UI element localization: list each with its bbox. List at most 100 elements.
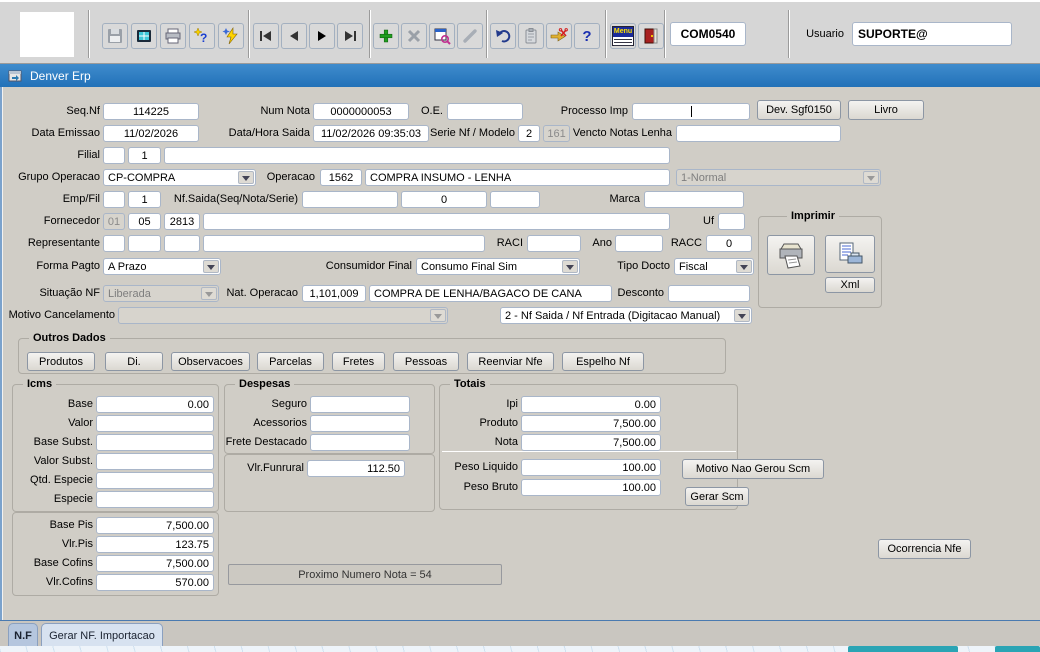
racc-field[interactable]: 0 (706, 235, 752, 252)
operacao-descr-field[interactable]: COMPRA INSUMO - LENHA (365, 169, 670, 186)
filial-name-field[interactable] (164, 147, 670, 164)
filial-num-field[interactable]: 1 (128, 147, 161, 164)
vlr-pis-field[interactable]: 123.75 (96, 536, 214, 553)
query-button[interactable] (429, 23, 455, 49)
oe-field[interactable] (447, 103, 523, 120)
uf-label: Uf (694, 215, 714, 228)
representante-f2-field[interactable] (128, 235, 161, 252)
execute-button[interactable] (218, 23, 244, 49)
tab-nf[interactable]: N.F (8, 623, 38, 647)
serie-field[interactable]: 2 (518, 125, 540, 142)
base-pis-field[interactable]: 7,500.00 (96, 517, 214, 534)
clear-button[interactable] (457, 23, 483, 49)
nat-operacao-descr-field[interactable]: COMPRA DE LENHA/BAGACO DE CANA (369, 285, 612, 302)
icms-valor-subst-field[interactable] (96, 453, 214, 470)
di-button[interactable]: Di. (105, 352, 163, 371)
tab-gerar-nf-importacao[interactable]: Gerar NF. Importacao (41, 623, 163, 647)
seguro-field[interactable] (310, 396, 410, 413)
operacao-code-field[interactable]: 1562 (320, 169, 362, 186)
paste-button[interactable] (518, 23, 544, 49)
ocorrencia-nfe-button[interactable]: Ocorrencia Nfe (878, 539, 971, 559)
fornecedor-name-field[interactable] (203, 213, 670, 230)
modo-digitacao-select[interactable]: 2 - Nf Saida / Nf Entrada (Digitacao Man… (500, 307, 752, 324)
consumidor-final-select[interactable]: Consumo Final Sim (416, 258, 580, 275)
help-button[interactable]: ? (574, 23, 600, 49)
icms-qtd-especie-field[interactable] (96, 472, 214, 489)
user-field[interactable]: SUPORTE@ (852, 22, 1012, 46)
help-wizard-button[interactable]: ? (189, 23, 215, 49)
nota-field[interactable]: 7,500.00 (521, 434, 661, 451)
processo-imp-field[interactable] (632, 103, 750, 120)
emp-field[interactable] (103, 191, 125, 208)
gerar-scm-button[interactable]: Gerar Scm (685, 487, 749, 506)
save-button[interactable] (102, 23, 128, 49)
marca-field[interactable] (644, 191, 744, 208)
acessorios-field[interactable] (310, 415, 410, 432)
fretes-button[interactable]: Fretes (332, 352, 385, 371)
peso-liquido-field[interactable]: 100.00 (521, 459, 661, 476)
frete-destacado-field[interactable] (310, 434, 410, 451)
screen-button[interactable] (131, 23, 157, 49)
prev-record-button[interactable] (281, 23, 307, 49)
tipo-docto-select[interactable]: Fiscal (674, 258, 754, 275)
fornecedor-f2-field[interactable]: 05 (128, 213, 161, 230)
vencto-notas-lenha-field[interactable] (676, 125, 841, 142)
forma-pagto-select[interactable]: A Prazo (103, 258, 221, 275)
cut-button[interactable] (546, 23, 572, 49)
imprimir-xml-button[interactable]: Xml (825, 277, 875, 293)
fornecedor-f3-field[interactable]: 2813 (164, 213, 200, 230)
vlr-funrural-field[interactable]: 112.50 (307, 460, 405, 477)
vlr-cofins-field[interactable]: 570.00 (96, 574, 214, 591)
icms-especie-field[interactable] (96, 491, 214, 508)
produtos-button[interactable]: Produtos (27, 352, 95, 371)
espelho-nf-button[interactable]: Espelho Nf (562, 352, 644, 371)
num-nota-field[interactable]: 0000000053 (313, 103, 409, 120)
undo-button[interactable] (490, 23, 516, 49)
print-button[interactable] (160, 23, 186, 49)
program-code-field[interactable]: COM0540 (670, 22, 746, 46)
text-caret (691, 106, 692, 117)
ipi-field[interactable]: 0.00 (521, 396, 661, 413)
observacoes-button[interactable]: Observacoes (171, 352, 250, 371)
dev-sgf0150-button[interactable]: Dev. Sgf0150 (757, 100, 841, 120)
reenviar-nfe-button[interactable]: Reenviar Nfe (467, 352, 554, 371)
first-record-button[interactable] (253, 23, 279, 49)
representante-name-field[interactable] (203, 235, 485, 252)
motivo-nao-gerou-scm-button[interactable]: Motivo Nao Gerou Scm (682, 459, 824, 479)
representante-f3-field[interactable] (164, 235, 200, 252)
livro-button[interactable]: Livro (848, 100, 924, 120)
raci-field[interactable] (527, 235, 581, 252)
ano-field[interactable] (615, 235, 663, 252)
menu-button[interactable]: Menu (610, 23, 636, 49)
parcelas-button[interactable]: Parcelas (257, 352, 324, 371)
filial-code-field[interactable] (103, 147, 125, 164)
desconto-field[interactable] (668, 285, 750, 302)
nf-saida-serie-field[interactable] (490, 191, 540, 208)
data-hora-saida-field[interactable]: 11/02/2026 09:35:03 (313, 125, 429, 142)
imprimir-danfe-button[interactable] (825, 235, 875, 273)
fil-field[interactable]: 1 (128, 191, 161, 208)
grupo-operacao-select[interactable]: CP-COMPRA (103, 169, 256, 186)
nf-saida-seq-field[interactable] (302, 191, 398, 208)
representante-f1-field[interactable] (103, 235, 125, 252)
next-record-button[interactable] (309, 23, 335, 49)
icms-base-field[interactable]: 0.00 (96, 396, 214, 413)
imprimir-nf-button[interactable] (767, 235, 815, 275)
window-titlebar[interactable]: Denver Erp (0, 64, 1040, 87)
pessoas-button[interactable]: Pessoas (393, 352, 459, 371)
seq-nf-field[interactable]: 114225 (103, 103, 199, 120)
consumidor-final-label: Consumidor Final (320, 260, 412, 273)
data-emissao-field[interactable]: 11/02/2026 (103, 125, 199, 142)
nat-operacao-code-field[interactable]: 1,101,009 (302, 285, 366, 302)
uf-field[interactable] (718, 213, 745, 230)
icms-valor-field[interactable] (96, 415, 214, 432)
icms-base-subst-field[interactable] (96, 434, 214, 451)
delete-record-button[interactable] (401, 23, 427, 49)
peso-bruto-field[interactable]: 100.00 (521, 479, 661, 496)
insert-record-button[interactable] (373, 23, 399, 49)
nf-saida-nota-field[interactable]: 0 (401, 191, 487, 208)
exit-button[interactable] (638, 23, 664, 49)
base-cofins-field[interactable]: 7,500.00 (96, 555, 214, 572)
last-record-button[interactable] (337, 23, 363, 49)
produto-field[interactable]: 7,500.00 (521, 415, 661, 432)
